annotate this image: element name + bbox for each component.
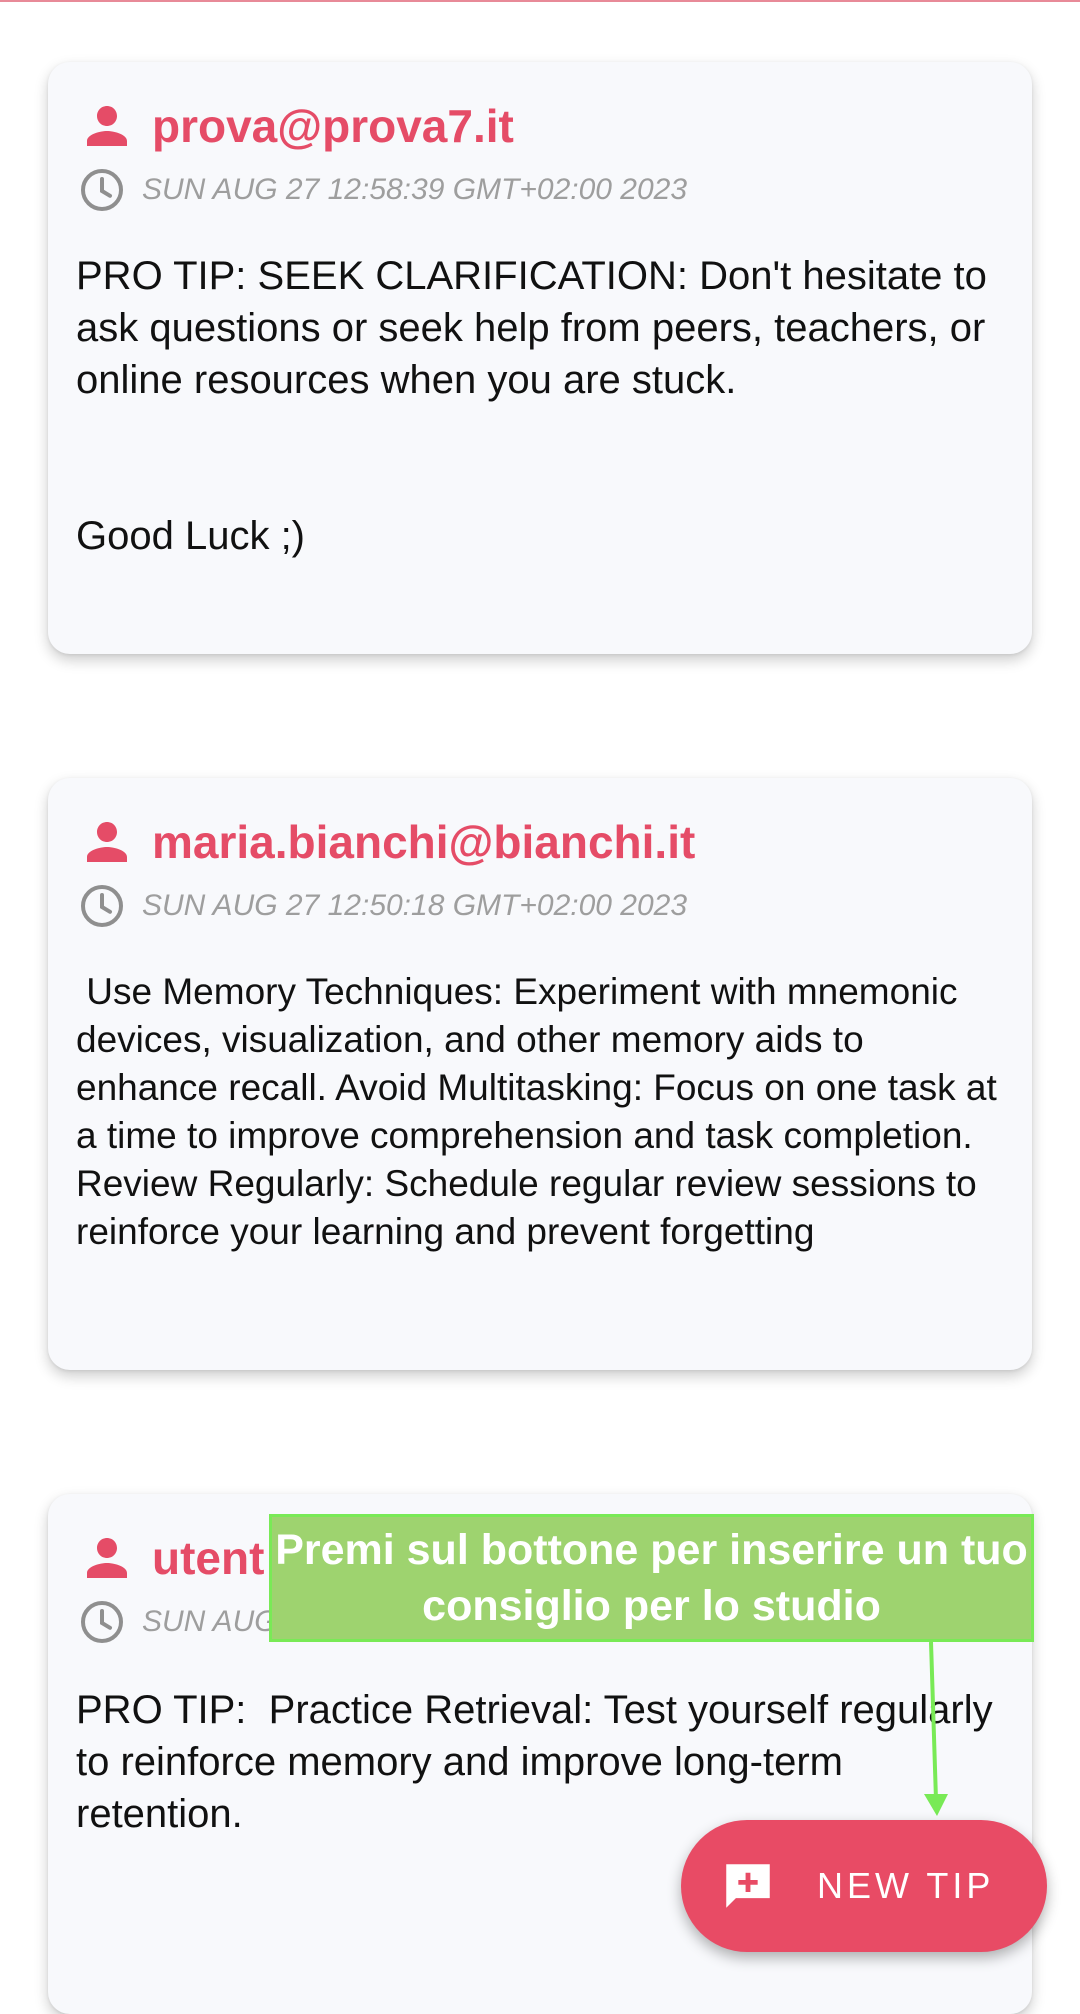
- add-comment-icon: [726, 1864, 770, 1908]
- person-icon: [87, 822, 127, 862]
- top-divider: [0, 0, 1080, 2]
- tutorial-hint: Premi sul bottone per inserire un tuo co…: [269, 1514, 1034, 1642]
- post-timestamp: SUN AUG: [142, 1605, 278, 1638]
- person-icon: [87, 106, 127, 146]
- author-row: maria.bianchi@bianchi.it: [82, 812, 695, 872]
- new-tip-button[interactable]: NEW TIP: [681, 1820, 1047, 1952]
- new-tip-label: NEW TIP: [817, 1865, 995, 1906]
- timestamp-row: SUN AUG 27 12:50:18 GMT+02:00 2023: [78, 882, 687, 930]
- tutorial-hint-text: Premi sul bottone per inserire un tuo co…: [275, 1526, 1028, 1630]
- tip-body: PRO TIP: Practice Retrieval: Test yourse…: [76, 1688, 1004, 1836]
- author-row: utent: [82, 1528, 264, 1588]
- timestamp-row: SUN AUG 27 12:58:39 GMT+02:00 2023: [78, 166, 687, 214]
- clock-icon: [81, 885, 123, 927]
- tip-card[interactable]: maria.bianchi@bianchi.it SUN AUG 27 12:5…: [48, 778, 1032, 1370]
- author-email: prova@prova7.it: [152, 100, 514, 152]
- author-row: prova@prova7.it: [82, 96, 514, 156]
- clock-icon: [81, 1601, 123, 1643]
- person-icon: [87, 1538, 127, 1578]
- clock-icon: [81, 169, 123, 211]
- tip-card[interactable]: prova@prova7.it SUN AUG 27 12:58:39 GMT+…: [48, 62, 1032, 654]
- author-email: maria.bianchi@bianchi.it: [152, 816, 696, 868]
- timestamp-row: SUN AUG: [78, 1598, 278, 1646]
- post-timestamp: SUN AUG 27 12:50:18 GMT+02:00 2023: [142, 889, 688, 922]
- post-timestamp: SUN AUG 27 12:58:39 GMT+02:00 2023: [142, 173, 688, 206]
- author-email: utent: [152, 1532, 265, 1584]
- tip-body: Use Memory Techniques: Experiment with m…: [76, 971, 1008, 1252]
- tip-body: PRO TIP: SEEK CLARIFICATION: Don't hesit…: [76, 254, 987, 558]
